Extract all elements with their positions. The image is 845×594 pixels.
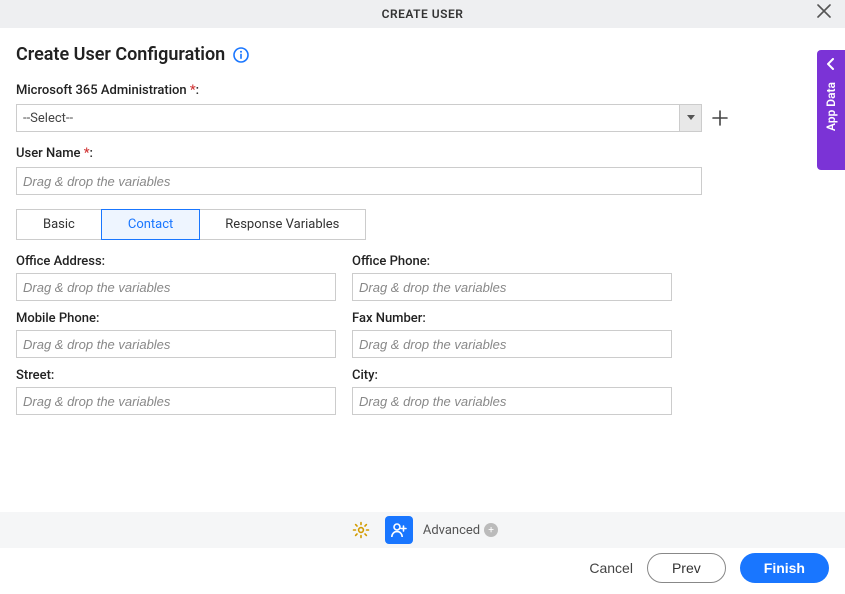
contact-fields: Office Address: Office Phone: Mobile Pho…: [16, 254, 702, 415]
office-address-label: Office Address:: [16, 254, 336, 269]
chevron-down-icon: [679, 105, 701, 131]
action-row: Cancel Prev Finish: [0, 548, 845, 588]
prev-button[interactable]: Prev: [647, 553, 726, 583]
tab-contact[interactable]: Contact: [101, 209, 200, 240]
username-label: User Name *:: [16, 146, 829, 161]
chevron-left-icon: [827, 58, 835, 70]
office-address-input[interactable]: [16, 273, 336, 301]
finish-button[interactable]: Finish: [740, 553, 829, 583]
page-title: Create User Configuration: [16, 44, 225, 65]
settings-button[interactable]: [347, 516, 375, 544]
bottom-toolbar: Advanced +: [0, 512, 845, 548]
app-data-label: App Data: [824, 82, 838, 131]
fax-number-input[interactable]: [352, 330, 672, 358]
add-admin-button[interactable]: [712, 110, 730, 126]
plus-circle-icon: +: [484, 523, 498, 537]
city-label: City:: [352, 368, 672, 383]
gear-icon: [352, 521, 370, 539]
cancel-button[interactable]: Cancel: [589, 560, 633, 576]
close-icon[interactable]: [817, 4, 837, 18]
modal-title: CREATE USER: [382, 7, 464, 21]
modal-header: CREATE USER: [0, 0, 845, 28]
add-user-action-button[interactable]: [385, 516, 413, 544]
tab-response-variables[interactable]: Response Variables: [199, 210, 365, 239]
app-data-side-tab[interactable]: App Data: [817, 50, 845, 170]
admin-select[interactable]: --Select--: [16, 104, 702, 132]
tab-basic[interactable]: Basic: [17, 210, 102, 239]
advanced-toggle[interactable]: Advanced +: [423, 523, 498, 538]
street-input[interactable]: [16, 387, 336, 415]
office-phone-label: Office Phone:: [352, 254, 672, 269]
mobile-phone-input[interactable]: [16, 330, 336, 358]
office-phone-input[interactable]: [352, 273, 672, 301]
contact-tabs: Basic Contact Response Variables: [16, 209, 366, 240]
city-input[interactable]: [352, 387, 672, 415]
mobile-phone-label: Mobile Phone:: [16, 311, 336, 326]
admin-select-value: --Select--: [17, 105, 679, 131]
info-icon[interactable]: [233, 47, 249, 63]
username-input[interactable]: [16, 167, 702, 195]
admin-label: Microsoft 365 Administration *:: [16, 83, 829, 98]
modal-body: Create User Configuration Microsoft 365 …: [0, 28, 845, 415]
fax-number-label: Fax Number:: [352, 311, 672, 326]
user-plus-icon: [390, 521, 408, 539]
advanced-label: Advanced: [423, 523, 480, 538]
street-label: Street:: [16, 368, 336, 383]
